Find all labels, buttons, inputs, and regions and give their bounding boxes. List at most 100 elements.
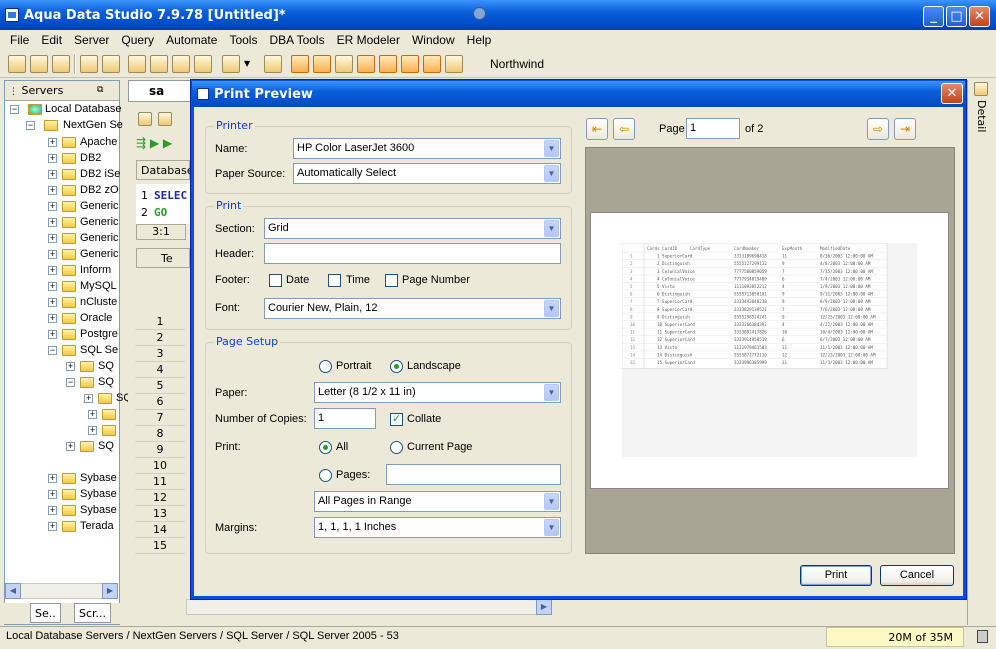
menu-edit[interactable]: Edit	[35, 30, 68, 47]
collapse-icon[interactable]: −	[26, 121, 35, 130]
tree-node[interactable]: Postgre	[80, 328, 118, 340]
new-query-icon[interactable]	[138, 112, 152, 126]
tree-node[interactable]: SQL Se	[80, 344, 118, 356]
tab-scripts[interactable]: Scr...	[74, 603, 112, 623]
menu-automate[interactable]: Automate	[160, 30, 223, 47]
split-icon[interactable]	[379, 55, 397, 73]
paper-source-select[interactable]: Automatically Select ▼	[293, 163, 561, 184]
result-row-number[interactable]: 3	[135, 346, 185, 362]
scroll-right-icon[interactable]: ▶	[102, 583, 118, 599]
expand-icon[interactable]: +	[88, 410, 97, 419]
chevron-down-icon[interactable]: ▼	[244, 55, 254, 73]
tree-node[interactable]: Sybase	[80, 488, 117, 500]
expand-icon[interactable]: +	[88, 426, 97, 435]
result-row-number[interactable]: 2	[135, 330, 185, 346]
portrait-radio[interactable]	[319, 360, 332, 373]
expand-icon[interactable]: +	[48, 522, 57, 531]
open-icon[interactable]	[158, 112, 172, 126]
expand-icon[interactable]: +	[48, 314, 57, 323]
filter-icon[interactable]	[335, 55, 353, 73]
chevron-down-icon[interactable]: ▼	[544, 220, 559, 237]
tree-node[interactable]: NextGen Se	[63, 119, 123, 131]
chevron-down-icon[interactable]: ▼	[544, 300, 559, 317]
result-row-number[interactable]: 6	[135, 394, 185, 410]
landscape-radio[interactable]	[390, 360, 403, 373]
footer-date-checkbox[interactable]	[269, 274, 282, 287]
minimize-button[interactable]: _	[923, 6, 944, 27]
print-button[interactable]: Print	[800, 565, 872, 586]
tree-node[interactable]: nCluste	[80, 296, 117, 308]
tree-node[interactable]: Sybase	[80, 472, 117, 484]
footer-time-checkbox[interactable]	[328, 274, 341, 287]
expand-icon[interactable]: +	[48, 202, 57, 211]
tree-node[interactable]: SQ	[98, 440, 114, 452]
tree-node[interactable]: Generic	[80, 216, 119, 228]
result-row-number[interactable]: 15	[135, 538, 185, 554]
result-row-number[interactable]: 8	[135, 426, 185, 442]
expand-icon[interactable]: +	[66, 362, 75, 371]
text-layout-icon[interactable]	[313, 55, 331, 73]
tree-node[interactable]: Oracle	[80, 312, 112, 324]
detail-icon[interactable]	[974, 82, 988, 96]
tab-servers[interactable]: Se..	[30, 603, 61, 623]
database-tab[interactable]: Database	[136, 160, 194, 180]
expand-icon[interactable]: +	[48, 474, 57, 483]
expand-icon[interactable]: +	[48, 282, 57, 291]
collapse-icon[interactable]: −	[10, 105, 19, 114]
memory-usage[interactable]: 20M of 35M	[826, 627, 964, 647]
scroll-right-icon[interactable]: ▶	[536, 599, 552, 615]
menu-file[interactable]: File	[0, 30, 35, 47]
scroll-left-icon[interactable]: ◀	[5, 583, 21, 599]
tree-node[interactable]: Local Database	[45, 103, 121, 115]
current-database[interactable]: Northwind	[490, 57, 544, 71]
next-page-icon[interactable]: ⇨	[867, 118, 889, 140]
result-row-number[interactable]: 4	[135, 362, 185, 378]
header-input[interactable]	[264, 243, 561, 264]
last-page-icon[interactable]: ⇥	[894, 118, 916, 140]
expand-icon[interactable]: +	[48, 154, 57, 163]
expand-icon[interactable]: +	[48, 298, 57, 307]
grid-layout-icon[interactable]	[291, 55, 309, 73]
expand-icon[interactable]: +	[66, 442, 75, 451]
tree-node[interactable]: DB2	[80, 152, 101, 164]
previous-page-icon[interactable]: ⇦	[613, 118, 635, 140]
pages-radio[interactable]	[319, 469, 332, 482]
page-range-select[interactable]: All Pages in Range ▼	[314, 491, 561, 512]
query-window-icon[interactable]	[128, 55, 146, 73]
tree-node[interactable]: DB2 zO	[80, 184, 119, 196]
restore-icon[interactable]: ⧉	[97, 85, 103, 95]
expand-icon[interactable]: +	[48, 266, 57, 275]
tree-horizontal-scrollbar[interactable]: ◀ ▶	[5, 583, 118, 599]
result-row-number[interactable]: 12	[135, 490, 185, 506]
expand-icon[interactable]: +	[48, 330, 57, 339]
pages-input[interactable]	[386, 464, 561, 485]
chevron-down-icon[interactable]: ▼	[544, 384, 559, 401]
chevron-down-icon[interactable]: ▼	[544, 493, 559, 510]
collapse-icon[interactable]: −	[48, 346, 57, 355]
expand-icon[interactable]: +	[48, 250, 57, 259]
menu-help[interactable]: Help	[461, 30, 498, 47]
results-tab[interactable]: Te	[136, 248, 190, 268]
close-button[interactable]: ✕	[969, 6, 990, 27]
chart-icon[interactable]	[423, 55, 441, 73]
expand-icon[interactable]: +	[84, 394, 93, 403]
result-row-number[interactable]: 5	[135, 378, 185, 394]
page-number-input[interactable]: 1	[686, 118, 740, 139]
tree-node[interactable]: Generic	[80, 248, 119, 260]
editor-tab[interactable]: sa	[128, 80, 198, 102]
disconnect-icon[interactable]	[102, 55, 120, 73]
menu-tools[interactable]: Tools	[223, 30, 263, 47]
expand-icon[interactable]: +	[48, 186, 57, 195]
section-select[interactable]: Grid ▼	[264, 218, 561, 239]
tree-node[interactable]: Apache	[80, 136, 117, 148]
tree-node[interactable]: Terada	[80, 520, 114, 532]
expand-icon[interactable]: +	[48, 506, 57, 515]
execute-icon[interactable]: ⇶ ▶ ▶	[136, 136, 172, 150]
pivot-icon[interactable]	[401, 55, 419, 73]
garbage-collect-icon[interactable]	[977, 630, 988, 643]
maximize-button[interactable]: □	[946, 6, 967, 27]
cancel-button[interactable]: Cancel	[880, 565, 954, 586]
tree-node[interactable]: Generic	[80, 232, 119, 244]
results-horizontal-scrollbar[interactable]: ▶	[186, 599, 552, 615]
new-server-icon[interactable]	[8, 55, 26, 73]
